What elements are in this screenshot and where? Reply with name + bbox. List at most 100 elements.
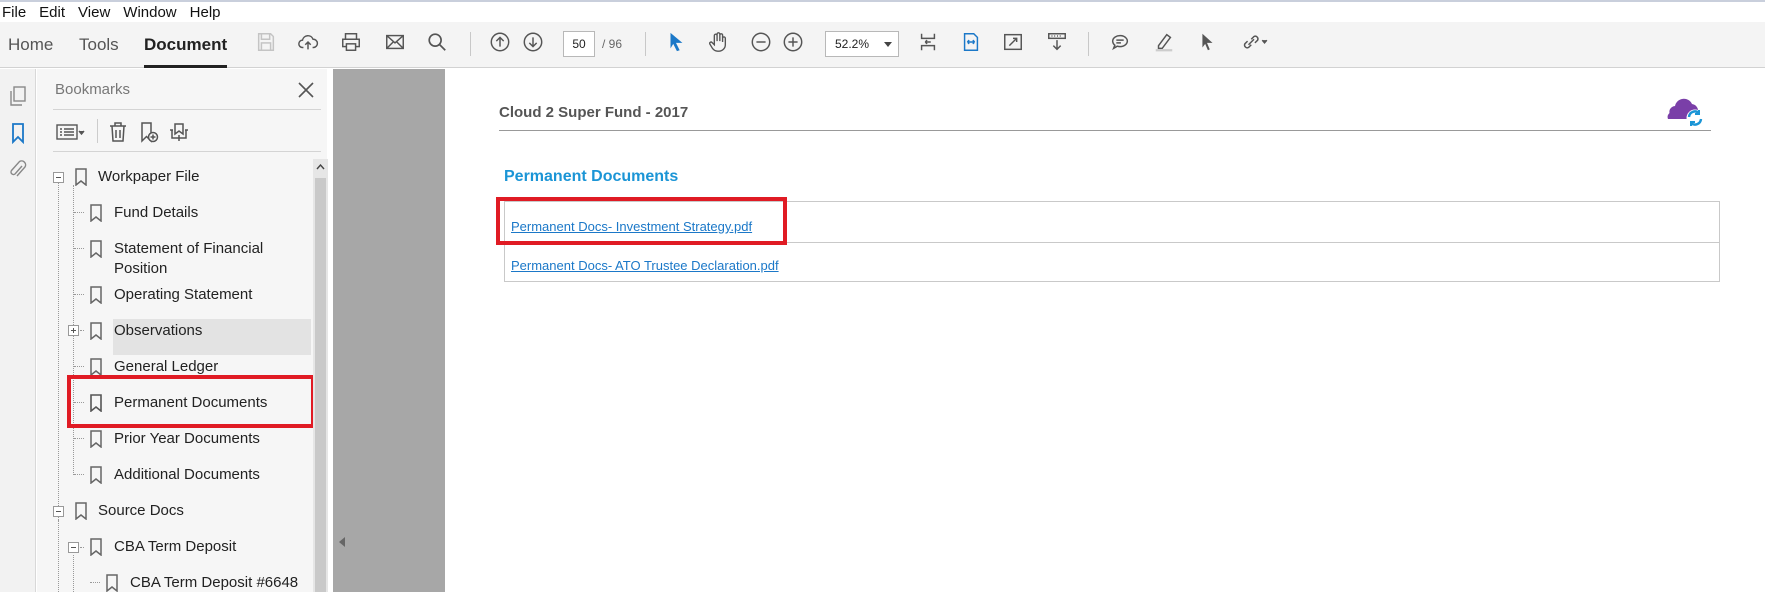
attachment-icon[interactable]	[7, 157, 29, 181]
collapse-panel-icon[interactable]	[339, 537, 345, 547]
bookmark-icon	[90, 358, 102, 376]
annotation-highlight-box	[67, 375, 315, 428]
annotation-highlight-box	[496, 197, 787, 245]
scroll-up-icon[interactable]	[313, 159, 328, 175]
hand-tool-icon[interactable]	[706, 30, 730, 54]
bookmark-icon	[90, 430, 102, 448]
tree-connector	[80, 330, 84, 331]
page-total: / 96	[602, 37, 623, 51]
delete-bookmark-icon[interactable]	[104, 119, 132, 145]
comment-icon[interactable]	[1108, 30, 1132, 54]
select-cursor-icon[interactable]	[664, 30, 688, 54]
bookmark-observations[interactable]: Observations	[114, 321, 202, 341]
bookmark-icon	[90, 322, 102, 340]
tab-document[interactable]: Document	[144, 22, 228, 68]
zoom-in-icon[interactable]	[781, 30, 805, 54]
pointer-icon[interactable]	[1195, 30, 1219, 54]
tree-connector	[74, 474, 84, 475]
close-icon[interactable]	[295, 79, 317, 101]
tree-connector	[58, 520, 59, 592]
bookmark-from-structure-icon[interactable]	[165, 119, 193, 145]
tree-connector	[74, 294, 84, 295]
panel-tool-separator	[97, 119, 98, 143]
new-bookmark-icon[interactable]	[134, 119, 162, 145]
tree-connector	[74, 248, 84, 249]
panel-divider	[53, 151, 321, 152]
tree-connector	[58, 183, 59, 520]
bookmark-panel-icon[interactable]	[7, 121, 29, 145]
bookmark-label-line2: Position	[114, 260, 168, 277]
bookmark-general-ledger[interactable]: General Ledger	[114, 357, 218, 377]
page-number-input[interactable]: 50	[563, 31, 595, 57]
bookmark-workpaper-file[interactable]: Workpaper File	[98, 167, 199, 187]
next-page-icon[interactable]	[521, 30, 545, 54]
document-page	[445, 69, 1765, 592]
bookmark-cba-term-deposit[interactable]: CBA Term Deposit	[114, 537, 236, 557]
bookmark-icon	[106, 574, 118, 592]
menu-window[interactable]: Window	[121, 4, 183, 21]
scrollbar-thumb[interactable]	[315, 178, 326, 592]
previous-page-icon[interactable]	[488, 30, 512, 54]
bookmark-icon	[90, 204, 102, 222]
search-icon[interactable]	[425, 30, 449, 54]
save-icon[interactable]	[254, 30, 278, 54]
bookmark-label-line1: Statement of Financial	[114, 240, 264, 257]
navigation-rail	[0, 69, 36, 592]
highlight-pen-icon[interactable]	[1152, 30, 1176, 54]
expand-toggle[interactable]	[68, 325, 79, 336]
menu-file[interactable]: File	[0, 4, 33, 21]
bookmark-source-docs[interactable]: Source Docs	[98, 501, 184, 521]
link-tool-icon[interactable]	[1239, 30, 1269, 54]
scroll-mode-icon[interactable]	[1045, 30, 1069, 54]
cloud-logo-icon	[1667, 98, 1704, 127]
document-header: Cloud 2 Super Fund - 2017	[499, 104, 689, 121]
fit-width-icon[interactable]	[959, 30, 983, 54]
bookmarks-title: Bookmarks	[55, 81, 131, 98]
print-icon[interactable]	[339, 30, 363, 54]
bookmark-additional-documents[interactable]: Additional Documents	[114, 465, 260, 485]
bookmark-cba-term-deposit-6648[interactable]: CBA Term Deposit #6648	[130, 573, 298, 592]
bookmark-icon	[90, 538, 102, 556]
collapse-toggle[interactable]	[53, 506, 64, 517]
menu-bar: File Edit View Window Help	[0, 0, 1765, 22]
tree-connector	[74, 438, 84, 439]
toolbar-separator	[470, 32, 471, 56]
full-screen-icon[interactable]	[1001, 30, 1025, 54]
zoom-level-value: 52.2%	[835, 37, 870, 51]
tree-connector	[90, 582, 100, 583]
collapse-toggle[interactable]	[53, 172, 64, 183]
panel-divider	[53, 109, 321, 110]
page-thumbnails-icon[interactable]	[7, 84, 29, 108]
tab-home[interactable]: Home	[8, 22, 53, 68]
bookmark-icon	[90, 286, 102, 304]
link-ato-trustee-declaration[interactable]: Permanent Docs- ATO Trustee Declaration.…	[511, 258, 779, 273]
zoom-out-icon[interactable]	[749, 30, 773, 54]
cloud-upload-icon[interactable]	[296, 30, 320, 54]
bookmark-operating-statement[interactable]: Operating Statement	[114, 285, 252, 305]
menu-help[interactable]: Help	[188, 4, 228, 21]
section-title: Permanent Documents	[504, 168, 679, 185]
tree-connector	[74, 366, 84, 367]
collapse-toggle[interactable]	[68, 542, 79, 553]
menu-view[interactable]: View	[76, 4, 117, 21]
bookmark-icon	[75, 502, 87, 520]
header-rule	[499, 130, 1711, 131]
bookmark-statement-of-financial-position[interactable]: Statement of Financial Position	[114, 239, 263, 279]
toolbar-separator	[645, 32, 646, 56]
bookmark-prior-year-documents[interactable]: Prior Year Documents	[114, 429, 260, 449]
bookmark-icon	[90, 466, 102, 484]
tree-connector	[74, 212, 84, 213]
zoom-level-select[interactable]: 52.2%	[825, 31, 899, 57]
email-icon[interactable]	[383, 30, 407, 54]
bookmark-icon	[75, 168, 87, 186]
fit-page-icon[interactable]	[916, 30, 940, 54]
bookmark-icon	[90, 240, 102, 258]
document-gutter	[333, 69, 445, 592]
bookmark-options-icon[interactable]	[54, 119, 88, 145]
toolbar-separator	[1088, 32, 1089, 56]
chevron-down-icon	[884, 42, 892, 47]
bookmark-fund-details[interactable]: Fund Details	[114, 203, 198, 223]
menu-edit[interactable]: Edit	[37, 4, 72, 21]
tab-tools[interactable]: Tools	[79, 22, 119, 68]
tree-connector	[73, 555, 74, 592]
